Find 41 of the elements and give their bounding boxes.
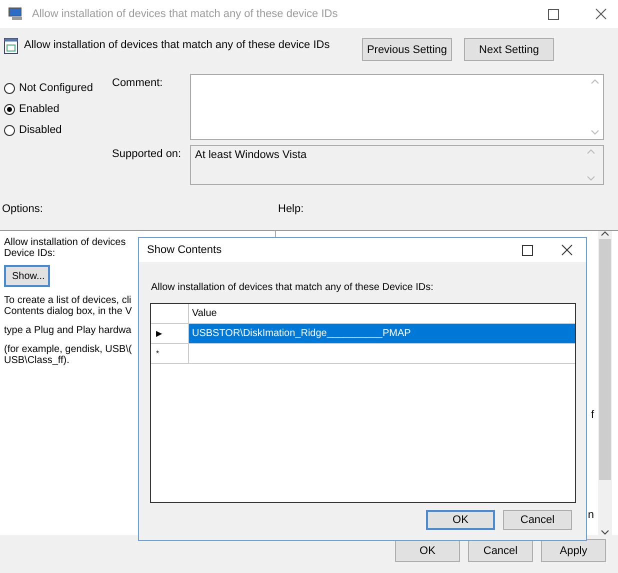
option-text: Device IDs: xyxy=(4,248,56,259)
options-label: Options: xyxy=(2,203,44,217)
dialog-prompt: Allow installation of devices that match any of these Device IDs: xyxy=(150,281,434,295)
show-button[interactable]: Show... xyxy=(4,265,50,287)
row-marker: * xyxy=(155,348,160,360)
dialog-button[interactable]: OK xyxy=(426,510,495,530)
column-header[interactable]: Value xyxy=(188,304,575,323)
dialog-button[interactable]: Apply xyxy=(541,539,606,562)
dialog-title: Show Contents xyxy=(147,244,223,256)
radio-button[interactable] xyxy=(4,82,15,94)
setting-nav-button[interactable]: Previous Setting xyxy=(362,38,452,61)
option-text: type a Plug and Play hardwa xyxy=(4,325,132,336)
setting-title: Allow installation of devices that match any of these device IDs xyxy=(24,38,331,52)
dialog-button[interactable]: Cancel xyxy=(468,539,533,562)
supported-label: Supported on: xyxy=(112,147,182,162)
radio-label[interactable]: Enabled xyxy=(19,103,60,115)
scrollbar[interactable] xyxy=(598,231,612,535)
scroll-down-icon[interactable] xyxy=(601,530,609,535)
help-text: n xyxy=(588,509,594,521)
option-text: Allow installation of devices xyxy=(4,237,126,248)
supported-value: At least Windows Vista xyxy=(195,149,307,163)
window-title: Allow installation of devices that match any of these device IDs xyxy=(32,8,339,20)
radio-label[interactable]: Not Configured xyxy=(19,82,93,94)
scroll-up-icon[interactable] xyxy=(601,231,609,236)
comment-label: Comment: xyxy=(112,76,164,91)
policy-icon xyxy=(4,38,18,54)
dialog-button[interactable]: Cancel xyxy=(503,510,572,530)
radio-label[interactable]: Disabled xyxy=(19,124,62,136)
help-text: f xyxy=(590,409,594,421)
help-label: Help: xyxy=(278,203,304,217)
value-cell[interactable]: USBSTOR\DiskImation_Ridge__________PMAP xyxy=(188,324,575,343)
dialog-button[interactable]: OK xyxy=(395,539,460,562)
option-text: Contents dialog box, in the V xyxy=(4,306,132,317)
option-text: USB\Class_ff). xyxy=(4,355,70,366)
option-text: (for example, gendisk, USB\( xyxy=(4,344,132,355)
computer-icon xyxy=(8,7,24,21)
radio-button[interactable] xyxy=(4,124,15,136)
radio-button[interactable] xyxy=(4,104,15,114)
setting-nav-button[interactable]: Next Setting xyxy=(464,38,554,61)
row-marker: ▶ xyxy=(155,328,163,340)
option-text: To create a list of devices, cli xyxy=(4,295,132,306)
